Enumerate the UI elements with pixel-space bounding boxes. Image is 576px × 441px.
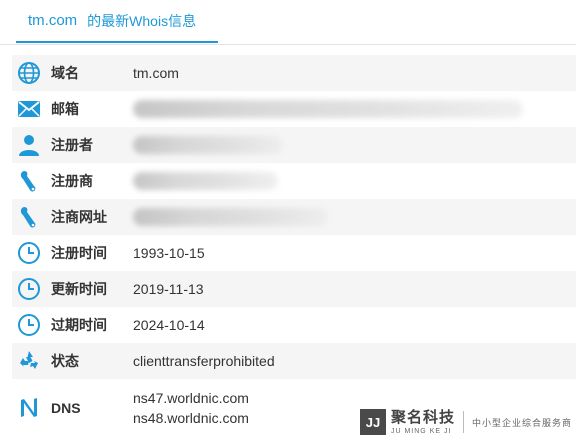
row-label: DNS: [51, 400, 81, 416]
row-label: 注册时间: [51, 245, 107, 261]
row-value: clienttransferprohibited: [133, 353, 275, 369]
redacted-value: [133, 208, 328, 226]
row-label: 邮箱: [51, 101, 79, 117]
row-value: 1993-10-15: [133, 245, 205, 261]
row-updated: 更新时间 2019-11-13: [12, 271, 576, 307]
row-label: 注册者: [51, 137, 93, 153]
dns-values: ns47.worldnic.com ns48.worldnic.com: [133, 390, 249, 426]
row-label: 过期时间: [51, 317, 107, 333]
row-label: 注商网址: [51, 209, 107, 225]
dns-value: ns47.worldnic.com: [133, 390, 249, 406]
row-expires: 过期时间 2024-10-14: [12, 307, 576, 343]
row-registrar: 注册商: [12, 163, 576, 199]
row-registrant: 注册者: [12, 127, 576, 163]
row-label: 域名: [51, 65, 79, 81]
row-label: 注册商: [51, 173, 93, 189]
redacted-value: [133, 136, 283, 154]
tab-suffix: 的最新Whois信息: [87, 12, 197, 29]
clock-icon: [15, 311, 43, 339]
row-email: 邮箱: [12, 91, 576, 127]
watermark-en: JU MING KE JI: [390, 427, 452, 435]
recycle-icon: [15, 347, 43, 375]
tab-domain: tm.com: [28, 12, 78, 29]
watermark-brand: 聚名科技 JU MING KE JI: [391, 410, 455, 435]
dns-icon: [15, 394, 43, 422]
row-label: 状态: [51, 353, 79, 369]
row-value: 2019-11-13: [133, 281, 204, 297]
redacted-value: [133, 172, 278, 190]
wrench-icon: [15, 203, 43, 231]
globe-icon: [15, 59, 43, 87]
row-value: 2024-10-14: [133, 317, 205, 333]
watermark-divider: [462, 411, 464, 433]
redacted-value: [133, 100, 523, 118]
row-status: 状态 clienttransferprohibited: [12, 343, 576, 379]
whois-table: 域名 tm.com 邮箱 注册者 注册商 注商网址 注册时间 1993-10-1…: [0, 55, 576, 437]
row-created: 注册时间 1993-10-15: [12, 235, 576, 271]
watermark-logo: JJ: [359, 409, 386, 435]
row-label: 更新时间: [51, 281, 107, 297]
watermark-tagline: 中小型企业综合服务商: [471, 417, 572, 428]
person-icon: [15, 131, 43, 159]
dns-value: ns48.worldnic.com: [133, 410, 249, 426]
row-domain: 域名 tm.com: [12, 55, 576, 91]
watermark-cn: 聚名科技: [390, 408, 455, 426]
wrench-icon: [15, 167, 43, 195]
tab-whois-latest[interactable]: tm.com 的最新Whois信息: [16, 0, 218, 43]
envelope-icon: [15, 95, 43, 123]
tab-bar: tm.com 的最新Whois信息: [0, 0, 576, 45]
row-registrar-url: 注商网址: [12, 199, 576, 235]
clock-icon: [15, 239, 43, 267]
clock-icon: [15, 275, 43, 303]
row-value: tm.com: [133, 65, 179, 81]
watermark: JJ 聚名科技 JU MING KE JI 中小型企业综合服务商: [359, 405, 572, 439]
